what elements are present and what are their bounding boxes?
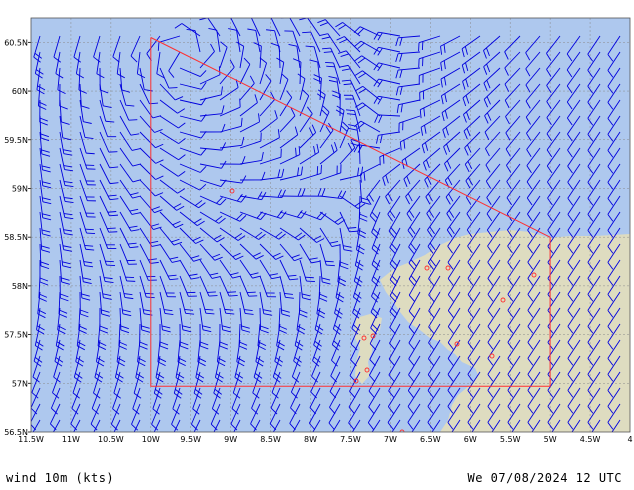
lon-label: 7W xyxy=(384,435,397,444)
lon-label: 7.5W xyxy=(340,435,361,444)
map-legend-label: wind 10m (kts) xyxy=(6,471,115,485)
lon-label: 11W xyxy=(62,435,80,444)
lat-label: 60.5N xyxy=(4,38,28,47)
lon-label: 8.5W xyxy=(260,435,281,444)
lon-label: 9W xyxy=(224,435,237,444)
lon-label: 9.5W xyxy=(180,435,201,444)
lon-label: 6.5W xyxy=(420,435,441,444)
lat-label: 58.5N xyxy=(4,233,28,242)
latitude-labels: 60.5N60N59.5N59N58.5N58N57.5N57N56.5N xyxy=(4,38,31,437)
lon-label: 10W xyxy=(142,435,160,444)
lat-label: 59N xyxy=(12,184,28,193)
wind-barb-map: 60.5N60N59.5N59N58.5N58N57.5N57N56.5N 11… xyxy=(4,17,633,444)
lon-label: 5W xyxy=(544,435,557,444)
lat-label: 59.5N xyxy=(4,136,28,145)
longitude-labels: 11.5W 11W 10.5W 10W 9.5W 9W 8.5W 8W 7.5W 7W 6.5W 6W… xyxy=(18,435,632,444)
lon-label: 5.5W xyxy=(500,435,521,444)
lat-label: 57N xyxy=(12,379,28,388)
lon-label: 4.5W xyxy=(580,435,601,444)
lat-label: 58N xyxy=(12,282,28,291)
lat-label: 60N xyxy=(12,87,28,96)
lon-label: 8W xyxy=(304,435,317,444)
lat-label: 57.5N xyxy=(4,331,28,340)
lon-label: 4 xyxy=(627,435,632,444)
lon-label: 6W xyxy=(464,435,477,444)
forecast-time: We 07/08/2024 12 UTC xyxy=(467,471,622,485)
lon-label: 11.5W xyxy=(18,435,44,444)
lon-label: 10.5W xyxy=(98,435,124,444)
